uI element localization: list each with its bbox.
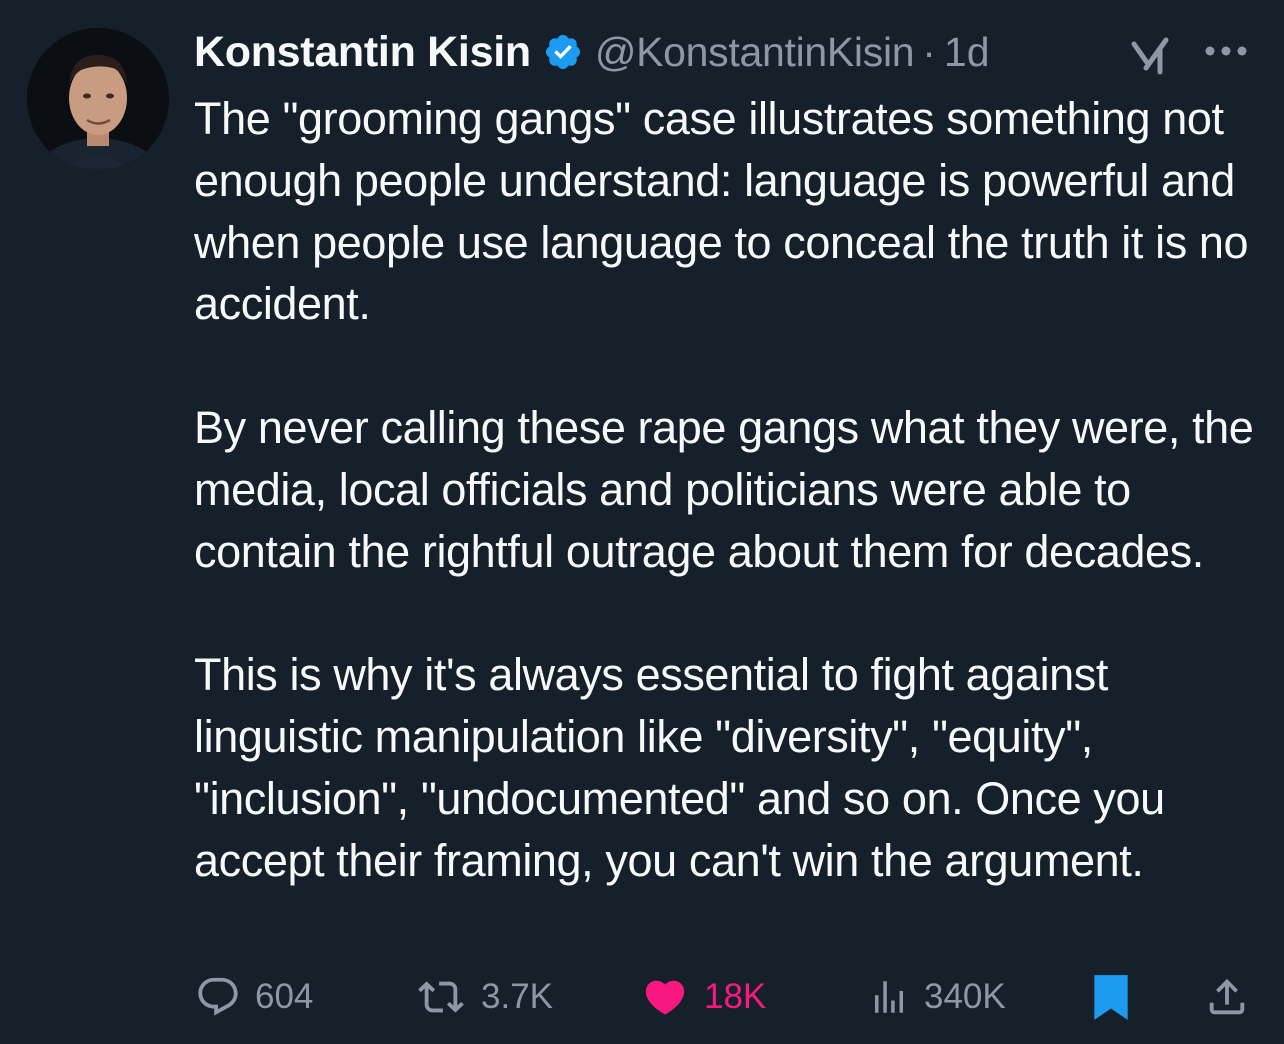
reply-icon (198, 977, 238, 1016)
share-icon (1209, 978, 1245, 1015)
tweet-actions: 604 3.7K 18K 340K (0, 970, 1284, 1024)
reply-count: 604 (255, 977, 314, 1016)
like-button[interactable]: 18K (640, 970, 766, 1024)
tweet-paragraph: The "grooming gangs" case illustrates so… (194, 93, 1249, 330)
tweet-paragraph: This is why it's always essential to fig… (194, 649, 1165, 886)
bookmark-icon (1094, 975, 1128, 1020)
repost-button[interactable]: 3.7K (415, 970, 553, 1024)
tweet-text: The "grooming gangs" case illustrates so… (194, 88, 1269, 891)
reply-button[interactable]: 604 (195, 970, 313, 1024)
tweet-paragraph: By never calling these rape gangs what t… (194, 401, 1254, 577)
heart-icon (645, 980, 685, 1015)
like-count: 18K (704, 977, 767, 1016)
more-icon[interactable] (1200, 40, 1252, 62)
views-chart-icon (875, 981, 903, 1013)
grok-icon[interactable] (1128, 34, 1174, 76)
author-handle[interactable]: @KonstantinKisin (595, 29, 915, 76)
share-button[interactable] (1204, 970, 1250, 1024)
avatar[interactable] (27, 28, 169, 170)
tweet-timestamp[interactable]: 1d (944, 29, 990, 76)
repost-count: 3.7K (481, 977, 553, 1016)
tweet-header: Konstantin Kisin @KonstantinKisin · 1d (194, 24, 990, 80)
views-button[interactable]: 340K (868, 970, 1006, 1024)
header-separator: · (922, 28, 936, 75)
author-display-name[interactable]: Konstantin Kisin (194, 28, 531, 77)
bookmark-button[interactable] (1090, 970, 1132, 1024)
views-count: 340K (924, 977, 1006, 1016)
verified-badge-icon[interactable] (543, 32, 583, 72)
repost-icon (418, 981, 464, 1013)
